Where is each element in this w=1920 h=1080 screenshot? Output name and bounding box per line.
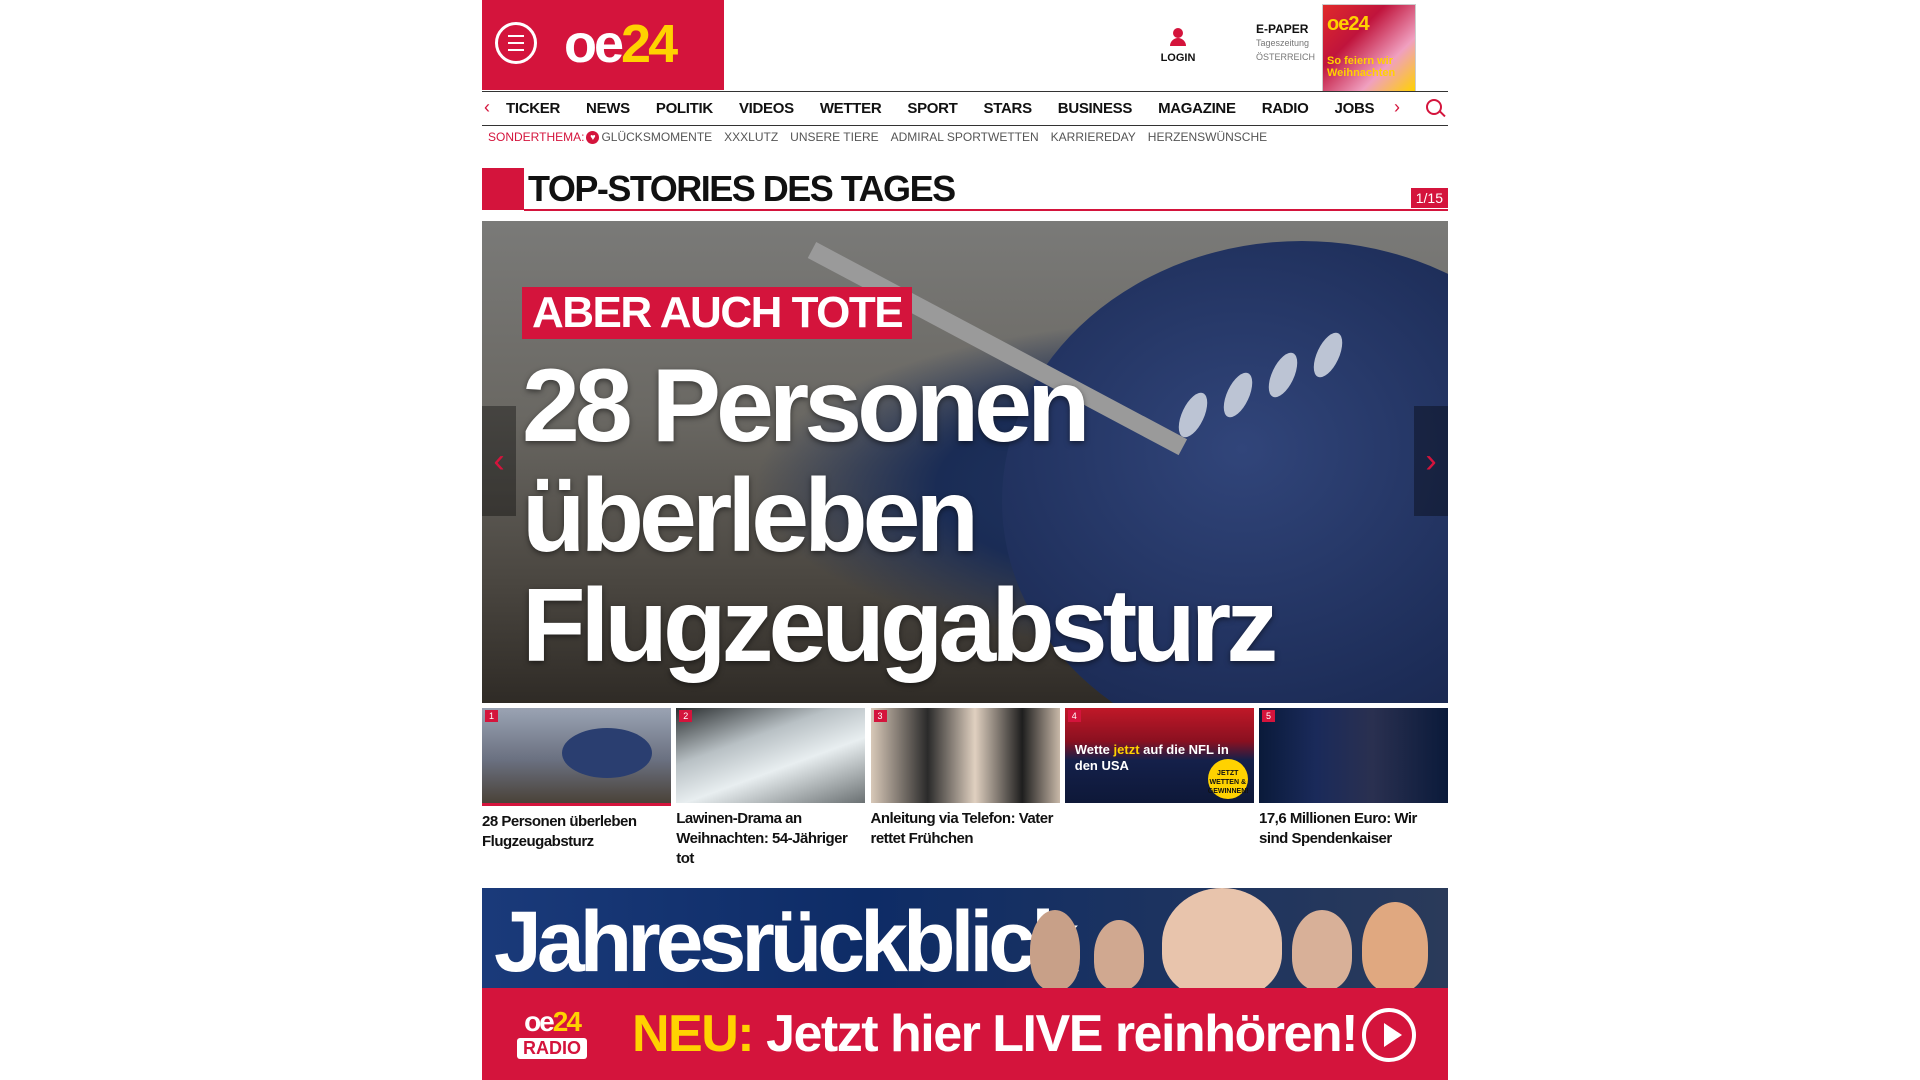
radio-cta-text: Jetzt hier LIVE reinhören! bbox=[766, 1005, 1358, 1063]
nav-item-radio[interactable]: RADIO bbox=[1262, 100, 1309, 117]
nav-next-icon[interactable]: › bbox=[1394, 98, 1400, 116]
thumbnail-image: 3 bbox=[870, 708, 1060, 803]
advertisement-image: 4 Wette jetzt auf die NFL in den USA JET… bbox=[1064, 708, 1254, 803]
radio-new-label: NEU: bbox=[632, 1005, 755, 1063]
slide-counter: 1/15 bbox=[1410, 188, 1448, 208]
nav-item-stars[interactable]: STARS bbox=[984, 100, 1033, 117]
slider-prev-icon[interactable]: ‹ bbox=[482, 406, 516, 516]
search-icon[interactable] bbox=[1426, 99, 1442, 115]
logo-text-right: 24 bbox=[621, 14, 678, 74]
nav-item-news[interactable]: NEWS bbox=[586, 100, 630, 117]
thumbnail-caption[interactable]: Lawinen-Drama an Weihnachten: 54-Jährige… bbox=[676, 809, 865, 869]
epaper-title: E-PAPER bbox=[1256, 22, 1309, 36]
epaper-subtitle: Tageszeitung bbox=[1256, 38, 1310, 48]
epaper-country: ÖSTERREICH bbox=[1256, 52, 1316, 62]
thumbnail-number: 5 bbox=[1262, 710, 1276, 722]
page: oe24 LOGIN E-PAPER Tageszeitung ÖSTERREI… bbox=[482, 0, 1448, 1080]
radio-logo-label: RADIO bbox=[517, 1038, 587, 1059]
hero-headline[interactable]: 28 Personen überleben Flugzeugabsturz bbox=[522, 351, 1278, 681]
topic-link[interactable]: UNSERE TIERE bbox=[790, 130, 878, 144]
slider-next-icon[interactable]: › bbox=[1414, 406, 1448, 516]
special-topics-bar: SONDERTHEMA: ♥ GLÜCKSMOMENTE XXXLUTZ UNS… bbox=[488, 130, 1279, 144]
nav-item-ticker[interactable]: TICKER bbox=[506, 100, 560, 117]
banner-portrait bbox=[1094, 920, 1144, 990]
topic-link[interactable]: ADMIRAL SPORTWETTEN bbox=[891, 130, 1039, 144]
nav-items: TICKER NEWS POLITIK VIDEOS WETTER SPORT … bbox=[506, 100, 1400, 117]
login-label: LOGIN bbox=[1160, 52, 1196, 64]
banner-cta-bar[interactable]: oe24 RADIO NEU: Jetzt hier LIVE reinhöre… bbox=[482, 988, 1448, 1080]
nav-item-business[interactable]: BUSINESS bbox=[1058, 100, 1133, 117]
thumbnail-number: 4 bbox=[1067, 710, 1081, 722]
topic-link[interactable]: KARRIEREDAY bbox=[1051, 130, 1136, 144]
thumbnail-caption[interactable]: 17,6 Millionen Euro: Wir sind Spendenkai… bbox=[1259, 809, 1448, 849]
radio-logo: oe24 RADIO bbox=[510, 1008, 594, 1059]
epaper-cover[interactable]: oe24 So feiern wir Weihnachten bbox=[1322, 4, 1416, 92]
thumbnail-number: 2 bbox=[679, 710, 693, 722]
thumbnail-item[interactable]: 3 Anleitung via Telefon: Vater rettet Fr… bbox=[870, 708, 1060, 869]
thumbnail-number: 3 bbox=[873, 710, 887, 722]
banner-portrait bbox=[1030, 910, 1080, 990]
ad-text-2: jetzt bbox=[1113, 742, 1140, 757]
ad-text-1: Wette bbox=[1074, 742, 1110, 757]
nav-prev-icon[interactable]: ‹ bbox=[484, 98, 490, 116]
section-marker bbox=[482, 168, 524, 210]
cover-logo: oe24 bbox=[1327, 13, 1370, 35]
topic-link[interactable]: XXXLUTZ bbox=[724, 130, 778, 144]
topic-link[interactable]: HERZENSWÜNSCHE bbox=[1148, 130, 1267, 144]
heart-icon: ♥ bbox=[586, 130, 600, 144]
banner-portrait bbox=[1162, 888, 1282, 998]
cover-headline: So feiern wir Weihnachten bbox=[1327, 55, 1396, 79]
thumbnail-item[interactable]: 2 Lawinen-Drama an Weihnachten: 54-Jähri… bbox=[676, 708, 866, 869]
section-title: TOP-STORIES DES TAGES bbox=[528, 168, 956, 209]
site-logo[interactable]: oe24 bbox=[564, 14, 678, 74]
nav-item-politik[interactable]: POLITIK bbox=[656, 100, 713, 117]
nav-item-wetter[interactable]: WETTER bbox=[820, 100, 882, 117]
hero-kicker: ABER AUCH TOTE bbox=[522, 287, 913, 339]
main-nav: ‹ TICKER NEWS POLITIK VIDEOS WETTER SPOR… bbox=[482, 91, 1448, 126]
thumbnail-caption[interactable]: Anleitung via Telefon: Vater rettet Früh… bbox=[871, 809, 1060, 849]
thumbnail-plane bbox=[562, 728, 652, 778]
nav-item-videos[interactable]: VIDEOS bbox=[739, 100, 794, 117]
radio-banner[interactable]: Jahresrückblick oe24 RADIO NEU: Jetzt hi… bbox=[482, 888, 1448, 1080]
thumbnail-image: 2 bbox=[676, 708, 866, 803]
banner-portrait bbox=[1362, 902, 1428, 992]
radio-cta: NEU: Jetzt hier LIVE reinhören! bbox=[632, 1005, 1358, 1063]
thumbnail-number: 1 bbox=[485, 710, 499, 722]
story-thumbnails: 1 28 Personen überleben Flugzeugabsturz … bbox=[482, 708, 1448, 869]
ad-badge: JETZT WETTEN & GEWINNEN! bbox=[1207, 759, 1249, 799]
thumbnail-item[interactable]: 4 Wette jetzt auf die NFL in den USA JET… bbox=[1064, 708, 1254, 869]
logo-text-left: oe bbox=[564, 14, 624, 74]
epaper-link[interactable]: E-PAPER Tageszeitung ÖSTERREICH bbox=[1256, 22, 1315, 64]
nav-item-jobs[interactable]: JOBS bbox=[1335, 100, 1375, 117]
nav-item-magazine[interactable]: MAGAZINE bbox=[1158, 100, 1236, 117]
topic-link[interactable]: GLÜCKSMOMENTE bbox=[601, 130, 712, 144]
nav-item-sport[interactable]: SPORT bbox=[907, 100, 957, 117]
section-divider bbox=[524, 209, 1448, 211]
thumbnail-item[interactable]: 5 17,6 Millionen Euro: Wir sind Spendenk… bbox=[1259, 708, 1448, 869]
special-topics-label: SONDERTHEMA: bbox=[488, 130, 585, 144]
thumbnail-image: 5 bbox=[1259, 708, 1448, 803]
hero-slide[interactable]: ABER AUCH TOTE 28 Personen überleben Flu… bbox=[482, 221, 1448, 703]
thumbnail-image: 1 bbox=[482, 708, 671, 806]
play-icon[interactable] bbox=[1362, 1008, 1416, 1062]
thumbnail-item[interactable]: 1 28 Personen überleben Flugzeugabsturz bbox=[482, 708, 671, 869]
thumbnail-caption[interactable]: 28 Personen überleben Flugzeugabsturz bbox=[482, 812, 671, 852]
banner-title: Jahresrückblick bbox=[494, 894, 1079, 990]
menu-icon[interactable] bbox=[495, 22, 537, 64]
login-button[interactable]: LOGIN bbox=[1158, 28, 1198, 64]
banner-portrait bbox=[1292, 910, 1352, 990]
radio-logo-right: 24 bbox=[552, 1006, 582, 1037]
logo-box[interactable]: oe24 bbox=[482, 0, 724, 90]
radio-logo-left: oe bbox=[524, 1006, 555, 1037]
user-icon bbox=[1170, 28, 1186, 46]
